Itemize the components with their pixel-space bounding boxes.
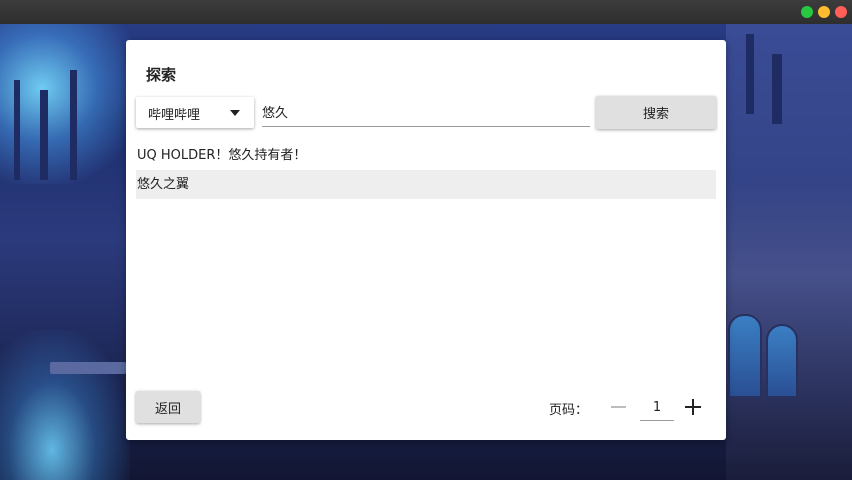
source-select[interactable]: 哔哩哔哩 (136, 97, 254, 128)
minimize-button[interactable] (818, 6, 830, 18)
desktop-screen: 探索 哔哩哔哩 搜索 UQ HOLDER！悠久持有者！ 悠久之翼 返回 页码： (0, 0, 852, 480)
list-item[interactable]: 悠久之翼 (136, 170, 716, 199)
page-label: 页码： (549, 403, 589, 418)
plus-icon[interactable] (682, 396, 704, 418)
results-list: UQ HOLDER！悠久持有者！ 悠久之翼 (136, 141, 716, 199)
background-castle (726, 24, 852, 480)
back-button[interactable]: 返回 (136, 391, 200, 423)
search-input[interactable] (262, 96, 590, 127)
list-item[interactable]: UQ HOLDER！悠久持有者！ (136, 141, 716, 170)
fountain (50, 362, 126, 374)
castle-spire (70, 70, 77, 180)
maximize-button[interactable] (801, 6, 813, 18)
window-titlebar (0, 0, 852, 24)
castle-window (728, 314, 762, 398)
source-select-value: 哔哩哔哩 (148, 108, 201, 123)
background-light-lower (0, 330, 130, 480)
search-button[interactable]: 搜索 (596, 96, 716, 129)
explore-dialog: 探索 哔哩哔哩 搜索 UQ HOLDER！悠久持有者！ 悠久之翼 返回 页码： (126, 40, 726, 440)
castle-spire (40, 90, 48, 180)
castle-spire (14, 80, 20, 180)
close-button[interactable] (835, 6, 847, 18)
castle-spire (746, 34, 754, 114)
caret-down-icon (230, 110, 240, 116)
dialog-title: 探索 (146, 66, 177, 84)
castle-spire (772, 54, 782, 124)
page-number-input[interactable] (640, 394, 674, 421)
minus-icon[interactable] (608, 396, 630, 418)
castle-window (766, 324, 798, 398)
